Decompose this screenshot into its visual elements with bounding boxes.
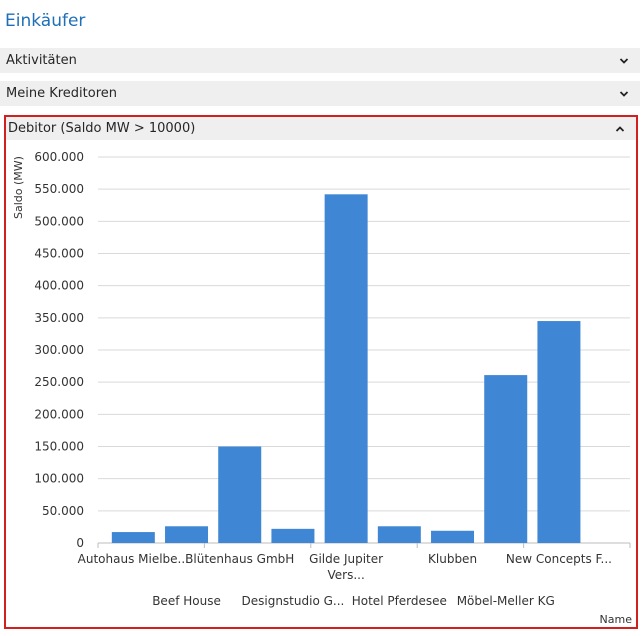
- chevron-down-icon[interactable]: [618, 55, 630, 67]
- y-tick-label: 550.000: [34, 182, 84, 196]
- y-tick-label: 400.000: [34, 279, 84, 293]
- x-category-label: Designstudio G...: [242, 594, 345, 608]
- x-category-label: Hotel Pferdesee: [352, 594, 447, 608]
- y-tick-label: 0: [76, 536, 84, 550]
- x-axis-title: Name: [600, 613, 633, 626]
- y-tick-label: 450.000: [34, 247, 84, 261]
- x-category-label: Blütenhaus GmbH: [185, 552, 294, 566]
- bar: [271, 528, 315, 543]
- bar: [218, 446, 262, 543]
- x-category-label: New Concepts F...: [506, 552, 612, 566]
- bar: [484, 375, 528, 543]
- customer-balance-chart-part: Debitor (Saldo MW > 10000) 0 50.000 100.00…: [4, 115, 638, 629]
- part-label-activities: Aktivitäten: [6, 53, 77, 68]
- y-tick-label: 100.000: [34, 472, 84, 486]
- y-tick-label: 300.000: [34, 343, 84, 357]
- x-category-label: Gilde Jupiter Vers...: [309, 552, 383, 582]
- y-tick-label: 200.000: [34, 407, 84, 421]
- page-title: Einkäufer: [5, 11, 86, 31]
- part-header-my-vendors[interactable]: Meine Kreditoren: [0, 81, 640, 106]
- bar: [111, 532, 155, 543]
- y-tick-label: 350.000: [34, 311, 84, 325]
- bar: [165, 526, 209, 543]
- y-tick-label: 50.000: [42, 504, 84, 518]
- x-category-label: Autohaus Mielbe...: [78, 552, 189, 566]
- x-category-label: Möbel-Meller KG: [457, 594, 555, 608]
- customer-balance-bar-chart: 0 50.000 100.000 150.000 200.000 250.000 300.0…: [12, 150, 633, 626]
- bar: [431, 530, 475, 543]
- bar: [324, 194, 368, 543]
- y-tick-label: 150.000: [34, 440, 84, 454]
- part-label-my-vendors: Meine Kreditoren: [6, 86, 117, 101]
- bar: [537, 321, 581, 543]
- bar: [377, 526, 421, 543]
- x-category-label: Klubben: [428, 552, 477, 566]
- y-axis-title: Saldo (MW): [12, 156, 25, 219]
- y-tick-label: 250.000: [34, 375, 84, 389]
- y-tick-label: 500.000: [34, 214, 84, 228]
- y-tick-label: 600.000: [34, 150, 84, 164]
- x-category-label: Beef House: [152, 594, 221, 608]
- part-header-activities[interactable]: Aktivitäten: [0, 48, 640, 73]
- chevron-down-icon[interactable]: [618, 88, 630, 100]
